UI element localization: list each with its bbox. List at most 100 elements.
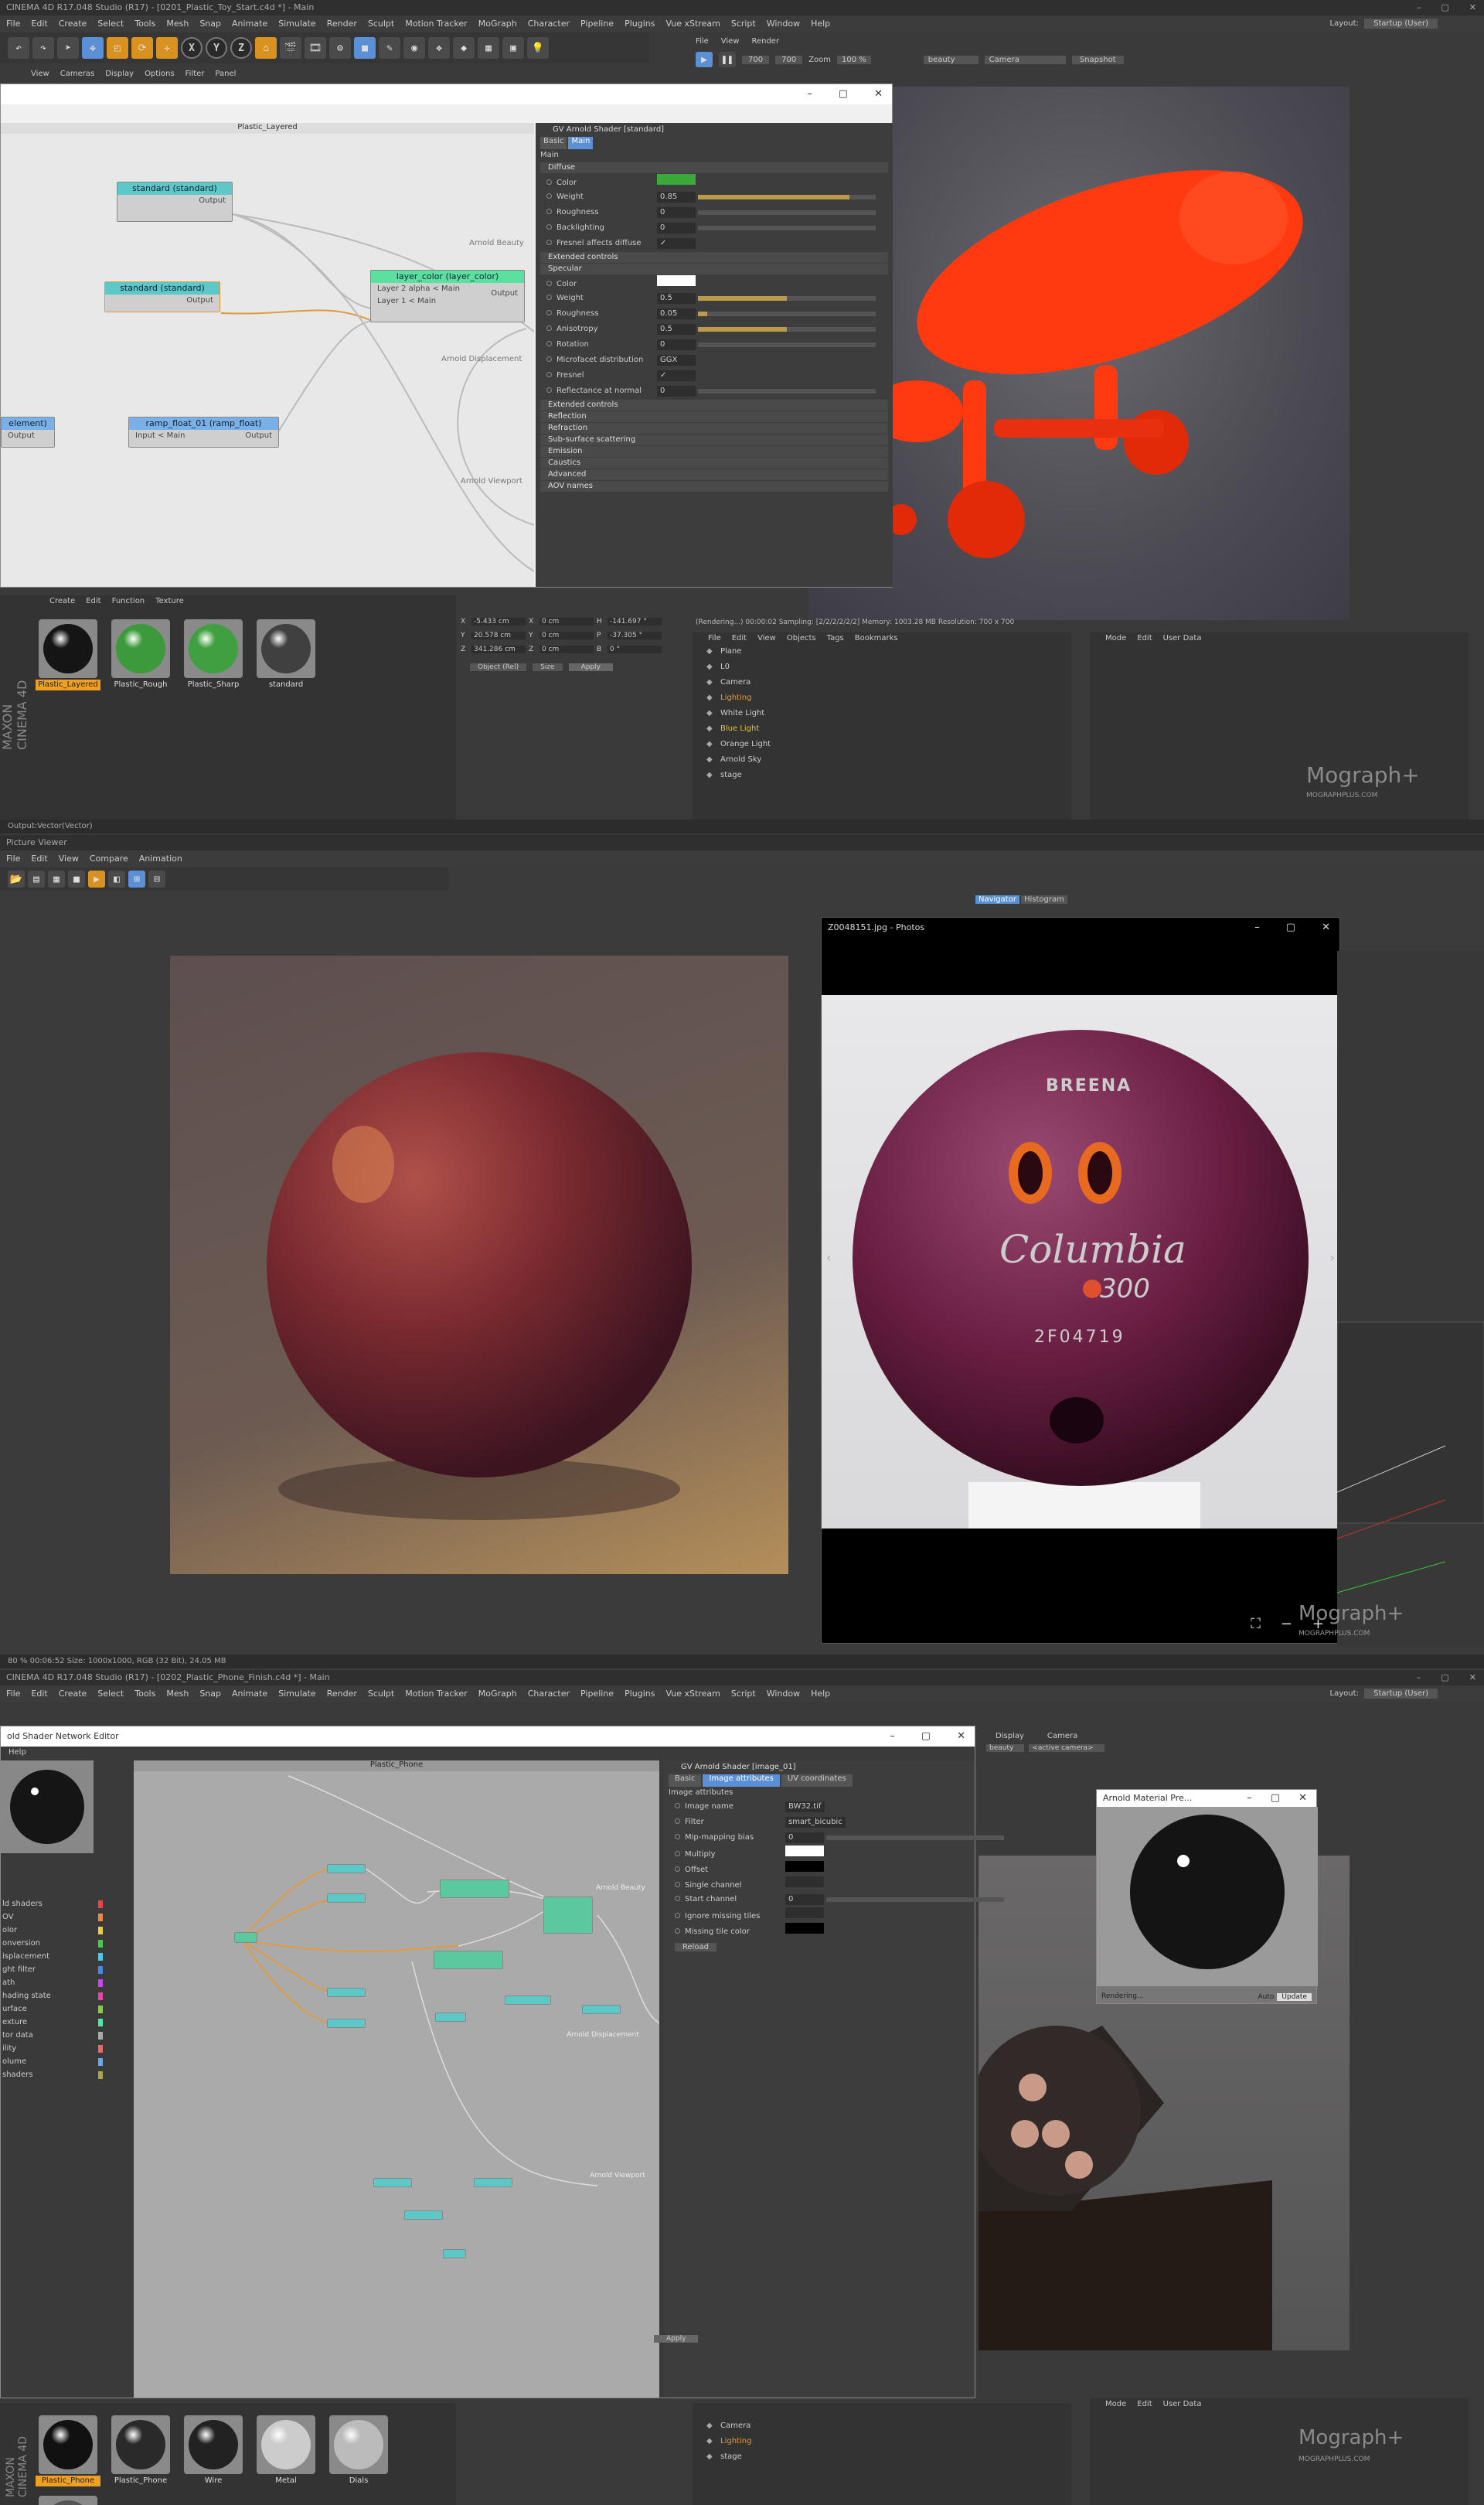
ipr-aov-select[interactable]: beauty	[923, 55, 979, 64]
attr-menu-item[interactable]: Mode	[1105, 634, 1126, 642]
attr-slider[interactable]	[698, 195, 876, 199]
floor-icon[interactable]: ▦	[478, 37, 499, 59]
object-menu-item[interactable]: Objects	[787, 634, 816, 642]
attr-row[interactable]: Multiply	[664, 1846, 975, 1861]
shader-node[interactable]	[474, 2178, 512, 2187]
shader-category[interactable]: ght filter	[1, 1963, 126, 1976]
material-thumbnail[interactable]: standard	[254, 618, 318, 695]
keyframe-dot-icon[interactable]	[546, 281, 552, 286]
menu-item[interactable]: Motion Tracker	[405, 15, 467, 32]
viewport-menu-item[interactable]: Filter	[186, 70, 205, 78]
ipr-camera-select[interactable]: Camera	[984, 55, 1066, 64]
object-row[interactable]: ◆ Blue Light	[693, 721, 1071, 737]
ipr-res-height[interactable]: 700	[775, 55, 803, 64]
extended-controls-section[interactable]: Extended controls	[540, 400, 888, 411]
collapsed-section[interactable]: Reflection	[540, 411, 888, 422]
menu-item[interactable]: Tools	[134, 15, 155, 32]
material-thumbnail[interactable]: Plastic_Layered	[36, 618, 100, 695]
close-icon[interactable]: ✕	[874, 84, 883, 104]
subdivision-icon[interactable]: ◉	[403, 37, 425, 59]
menu-item[interactable]: Animation	[139, 850, 182, 867]
attr-value[interactable]: ✓	[657, 238, 696, 249]
maximize-icon[interactable]: ▢	[921, 1726, 931, 1747]
menu-item[interactable]: Snap	[199, 1685, 221, 1702]
viewport-menu-item[interactable]: Display	[105, 70, 134, 78]
attr-slider[interactable]	[698, 296, 876, 301]
coord-field[interactable]: -5.433 cm	[471, 618, 526, 625]
material-thumbnail[interactable]: Wire	[181, 2414, 246, 2491]
attr-row[interactable]: Backlighting 0	[536, 220, 893, 236]
shader-category[interactable]: ld shaders	[1, 1897, 126, 1910]
attr-row[interactable]: Filter smart_bicubic	[664, 1815, 975, 1830]
layout-value[interactable]: Startup (User)	[1364, 1689, 1438, 1699]
attr-row[interactable]: Ignore missing tiles	[664, 1907, 975, 1923]
shader-node[interactable]	[234, 1932, 257, 1943]
attr-value[interactable]	[785, 1846, 824, 1856]
coord-field[interactable]: 0 cm	[539, 632, 594, 639]
object-row[interactable]: ◆ Camera	[693, 2418, 1071, 2434]
shader-category[interactable]: hading state	[1, 1989, 126, 2002]
keyframe-dot-icon[interactable]	[546, 387, 552, 393]
object-row[interactable]: ◆ Lighting	[693, 2434, 1071, 2449]
menu-item[interactable]: Sculpt	[368, 1685, 394, 1702]
minimize-icon[interactable]: –	[890, 1726, 895, 1747]
move-icon[interactable]: ✥	[82, 37, 104, 59]
layout-selector[interactable]: Layout: Startup (User)	[1330, 15, 1438, 32]
menu-item[interactable]: Edit	[31, 15, 47, 32]
close-icon[interactable]: ✕	[1322, 918, 1330, 938]
attr-row[interactable]: Microfacet distribution GGX	[536, 353, 893, 368]
attr-row[interactable]: Roughness 0.05	[536, 306, 893, 322]
attr-row[interactable]: Anisotropy 0.5	[536, 322, 893, 337]
attr-slider[interactable]	[698, 327, 876, 332]
attr-value[interactable]: 0.05	[657, 308, 696, 319]
keyframe-dot-icon[interactable]	[675, 1851, 680, 1856]
ab-icon[interactable]: ⊞	[128, 871, 145, 888]
menu-item[interactable]: Pipeline	[580, 1685, 614, 1702]
tab-main[interactable]: Main	[568, 137, 594, 149]
object-row[interactable]: ◆ stage	[693, 2449, 1071, 2465]
menu-item[interactable]: Create	[59, 1685, 87, 1702]
maximize-icon[interactable]: ▢	[1271, 1790, 1280, 1807]
shader-category[interactable]: urface	[1, 2002, 126, 2016]
camera-select[interactable]: <active camera>	[1029, 1744, 1104, 1752]
menu-item[interactable]: MoGraph	[478, 1685, 517, 1702]
reload-button[interactable]: Reload	[675, 1943, 717, 1951]
shader-category[interactable]: olor	[1, 1924, 126, 1937]
node-standard-1[interactable]: standard (standard) Output	[117, 182, 233, 222]
menu-item[interactable]: Window	[767, 1685, 800, 1702]
attr-slider[interactable]	[826, 1835, 1004, 1840]
menu-item[interactable]: Help	[811, 1685, 830, 1702]
extended-controls-section[interactable]: Extended controls	[540, 252, 888, 263]
material-thumbnail[interactable]: Plastic_Phone	[36, 2414, 100, 2491]
attr-menu-item[interactable]: User Data	[1163, 634, 1202, 642]
attr-row[interactable]: Rotation 0	[536, 337, 893, 353]
ipr-snapshot-button[interactable]: Snapshot	[1071, 55, 1124, 64]
attr-menu-item[interactable]: User Data	[1163, 2400, 1202, 2408]
node-layer-color[interactable]: layer_color (layer_color) Layer 2 alpha …	[370, 270, 525, 322]
attr-value[interactable]	[657, 174, 696, 185]
array-icon[interactable]: ❖	[428, 37, 450, 59]
specular-section[interactable]: Specular	[540, 264, 888, 274]
coord-field[interactable]: -141.697 °	[608, 618, 662, 625]
menu-item[interactable]: Tools	[134, 1685, 155, 1702]
attr-value[interactable]: 0	[785, 1832, 824, 1843]
auto-checkbox[interactable]: Auto	[1258, 1993, 1274, 2001]
menu-item[interactable]: Select	[97, 15, 124, 32]
keyframe-dot-icon[interactable]	[675, 1913, 680, 1918]
shader-category[interactable]: OV	[1, 1910, 126, 1924]
material-thumbnail[interactable]: Dials	[326, 2414, 391, 2491]
menu-item[interactable]: File	[6, 15, 20, 32]
keyframe-dot-icon[interactable]	[675, 1896, 680, 1901]
keyframe-dot-icon[interactable]	[546, 295, 552, 300]
menu-item[interactable]: File	[6, 850, 20, 867]
shader-category[interactable]: ility	[1, 2042, 126, 2055]
render-view-icon[interactable]: 🎬	[280, 37, 301, 59]
collapsed-section[interactable]: Sub-surface scattering	[540, 435, 888, 445]
coord-system-icon[interactable]: ⌂	[255, 37, 277, 59]
viewport-menu-item[interactable]: View	[31, 70, 49, 78]
menu-item[interactable]: View	[59, 850, 79, 867]
object-menu-item[interactable]: Tags	[827, 634, 844, 642]
prev-photo-icon[interactable]: ‹	[826, 1250, 831, 1265]
minimize-icon[interactable]: –	[1254, 918, 1260, 938]
attr-slider[interactable]	[698, 226, 876, 230]
